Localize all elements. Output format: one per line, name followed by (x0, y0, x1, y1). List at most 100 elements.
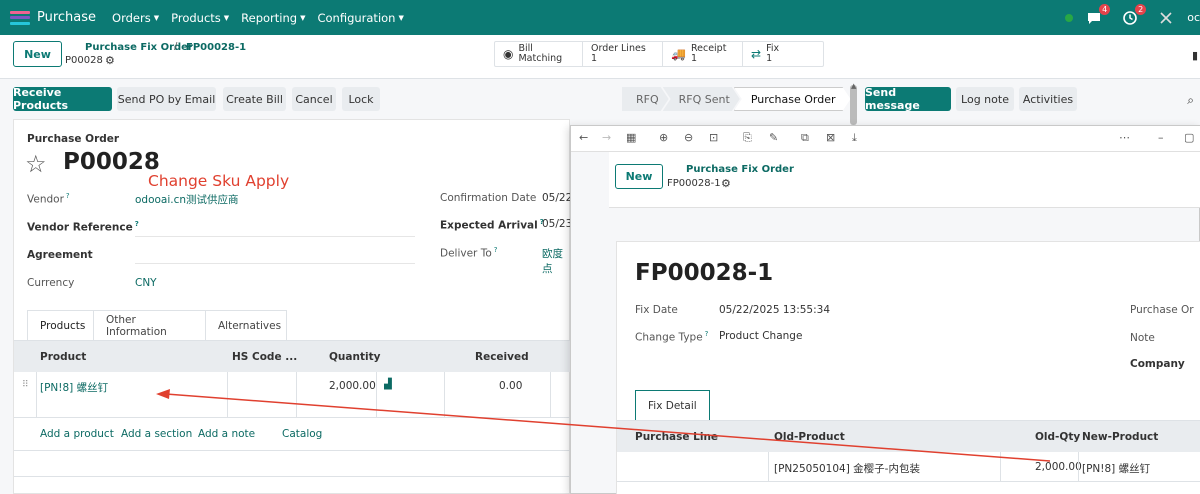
agreement-label: Agreement (27, 249, 93, 261)
table-row[interactable]: [PN25050104] 金樱子-内包装 2,000.00 [PN!8] 螺丝钉 (617, 452, 1200, 482)
deliver-to-value[interactable]: 欧度点 (542, 246, 569, 276)
menu-configuration[interactable]: Configuration ▼ (317, 11, 403, 25)
add-product-link[interactable]: Add a product (40, 428, 114, 440)
control-panel: New Purchase Fix Order / FP00028-1 P0002… (0, 35, 1200, 79)
menu-reporting[interactable]: Reporting ▼ (241, 11, 305, 25)
label-text: Vendor (27, 193, 64, 206)
star-icon[interactable]: ☆ (25, 150, 47, 178)
minimize-icon[interactable]: – (1158, 131, 1164, 144)
zoom-in-icon[interactable]: ⊕ (659, 131, 668, 144)
column-received[interactable]: Received (475, 351, 529, 363)
back-arrow-icon[interactable]: ← (579, 131, 588, 144)
cell-divider (1078, 452, 1079, 482)
log-note-button[interactable]: Log note (956, 87, 1014, 111)
tools-icon[interactable] (1159, 11, 1173, 25)
add-section-link[interactable]: Add a section (121, 428, 192, 440)
add-note-link[interactable]: Add a note (198, 428, 255, 440)
agreement-field[interactable] (135, 263, 415, 264)
chat-icon[interactable]: 4 (1087, 3, 1111, 25)
table-row[interactable]: ⠿ [PN!8] 螺丝钉 2,000.00 ▟ 0.00 (14, 372, 571, 418)
grid-icon[interactable]: ▦ (626, 131, 636, 144)
column-new-product[interactable]: New-Product (1082, 431, 1158, 443)
gear-icon[interactable]: ⚙ (721, 177, 731, 190)
user-avatar[interactable]: oc (1187, 11, 1200, 24)
column-purchase-line[interactable]: Purchase Line (635, 431, 718, 443)
purchase-app-icon[interactable] (10, 10, 30, 25)
line-quantity[interactable]: 2,000.00 (329, 380, 376, 392)
menu-label: Reporting (241, 10, 298, 25)
tab-products[interactable]: Products (27, 310, 94, 340)
search-icon[interactable]: ⌕ (1187, 93, 1194, 108)
status-purchase-order[interactable]: Purchase Order (734, 87, 851, 111)
column-old-product[interactable]: Old-Product (774, 431, 845, 443)
forward-arrow-icon[interactable]: → (602, 131, 611, 144)
cancel-button[interactable]: Cancel (292, 87, 336, 111)
send-po-email-button[interactable]: Send PO by Email (117, 87, 216, 111)
activity-clock-icon[interactable]: 2 (1123, 3, 1147, 25)
zoom-out-icon[interactable]: ⊖ (684, 131, 693, 144)
menu-orders[interactable]: Orders ▼ (112, 11, 159, 25)
download-icon[interactable]: ⤓ (852, 131, 857, 145)
drag-handle-icon[interactable]: ⠿ (22, 380, 29, 390)
column-old-qty[interactable]: Old-Qty (1035, 431, 1080, 443)
popup-new-button[interactable]: New (615, 164, 663, 189)
cell-divider (296, 372, 297, 418)
stat-count: 1 (690, 53, 697, 64)
vendor-field[interactable]: odooai.cn测试供应商 (135, 192, 239, 207)
maximize-icon[interactable]: ▢ (1184, 131, 1194, 144)
caret-down-icon: ▼ (153, 13, 160, 22)
menu-products[interactable]: Products ▼ (171, 11, 229, 25)
bill-matching-button[interactable]: ◉ Bill Matching (495, 42, 583, 66)
receive-products-button[interactable]: Receive Products (13, 86, 112, 112)
forecast-chart-icon[interactable]: ▟ (384, 379, 392, 390)
app-name[interactable]: Purchase (37, 10, 96, 25)
fix-lines-header: Purchase Line Old-Product Old-Qty New-Pr… (617, 420, 1200, 452)
expected-arrival-value[interactable]: 05/23 (542, 218, 572, 230)
line-product[interactable]: [PN!8] 螺丝钉 (40, 380, 108, 395)
action-bar: Receive Products Send PO by Email Create… (0, 79, 1200, 119)
edit-icon[interactable]: ✎ (769, 131, 778, 144)
order-lines-button[interactable]: Order Lines 1 (583, 42, 663, 66)
page-title: P00028 (63, 149, 160, 175)
catalog-link[interactable]: Catalog (282, 428, 322, 440)
tab-fix-detail[interactable]: Fix Detail (635, 390, 710, 420)
scan-icon[interactable]: ⊠ (826, 131, 835, 144)
tab-alternatives[interactable]: Alternatives (205, 310, 287, 340)
vendor-reference-field[interactable] (135, 236, 415, 237)
fit-icon[interactable]: ⊡ (709, 131, 718, 144)
fix-order-title: FP00028-1 (635, 260, 774, 286)
currency-field[interactable]: CNY (135, 277, 157, 289)
popup-breadcrumb[interactable]: Purchase Fix Order (686, 164, 794, 175)
cell-divider (444, 372, 445, 418)
gear-icon[interactable]: ⚙ (105, 54, 115, 67)
bookmark-icon[interactable]: ▮ (1192, 49, 1198, 62)
activities-button[interactable]: Activities (1019, 87, 1077, 111)
tab-other-information[interactable]: Other Information (93, 310, 206, 340)
rotate-icon[interactable]: ⎘ (743, 131, 752, 145)
cell-divider (768, 452, 769, 482)
lock-button[interactable]: Lock (342, 87, 380, 111)
stat-label: Bill Matching (518, 43, 563, 64)
popup-toolbar: ← → ▦ ⊕ ⊖ ⊡ ⎘ ✎ ⧉ ⊠ ⤓ ⋯ – ▢ (571, 126, 1200, 152)
menu-label: Orders (112, 10, 151, 25)
send-message-button[interactable]: Send message (865, 86, 951, 112)
status-rfq-sent[interactable]: RFQ Sent (663, 87, 740, 111)
vendor-label: Vendor? (27, 192, 70, 206)
currency-label: Currency (27, 277, 75, 289)
fix-button[interactable]: ⇄ Fix 1 (743, 42, 823, 66)
column-product[interactable]: Product (40, 351, 86, 363)
status-rfq[interactable]: RFQ (622, 87, 669, 111)
new-button[interactable]: New (13, 41, 62, 67)
breadcrumb-current[interactable]: FP00028-1 (186, 42, 246, 53)
create-bill-button[interactable]: Create Bill (223, 87, 286, 111)
column-quantity[interactable]: Quantity (329, 351, 380, 363)
scrollbar[interactable] (850, 85, 857, 125)
receipt-button[interactable]: 🚚 Receipt 1 (663, 42, 743, 66)
status-bar: RFQ RFQ Sent Purchase Order (622, 87, 845, 111)
fix-order-popup-window: ← → ▦ ⊕ ⊖ ⊡ ⎘ ✎ ⧉ ⊠ ⤓ ⋯ – ▢ New Purchase… (570, 125, 1200, 494)
crop-icon[interactable]: ⧉ (801, 131, 809, 145)
column-hs-code[interactable]: HS Code ... (232, 351, 297, 363)
more-options-icon[interactable]: ⋯ (1119, 131, 1130, 144)
scroll-up-icon[interactable]: ▲ (851, 82, 856, 90)
caret-down-icon: ▼ (223, 13, 230, 22)
